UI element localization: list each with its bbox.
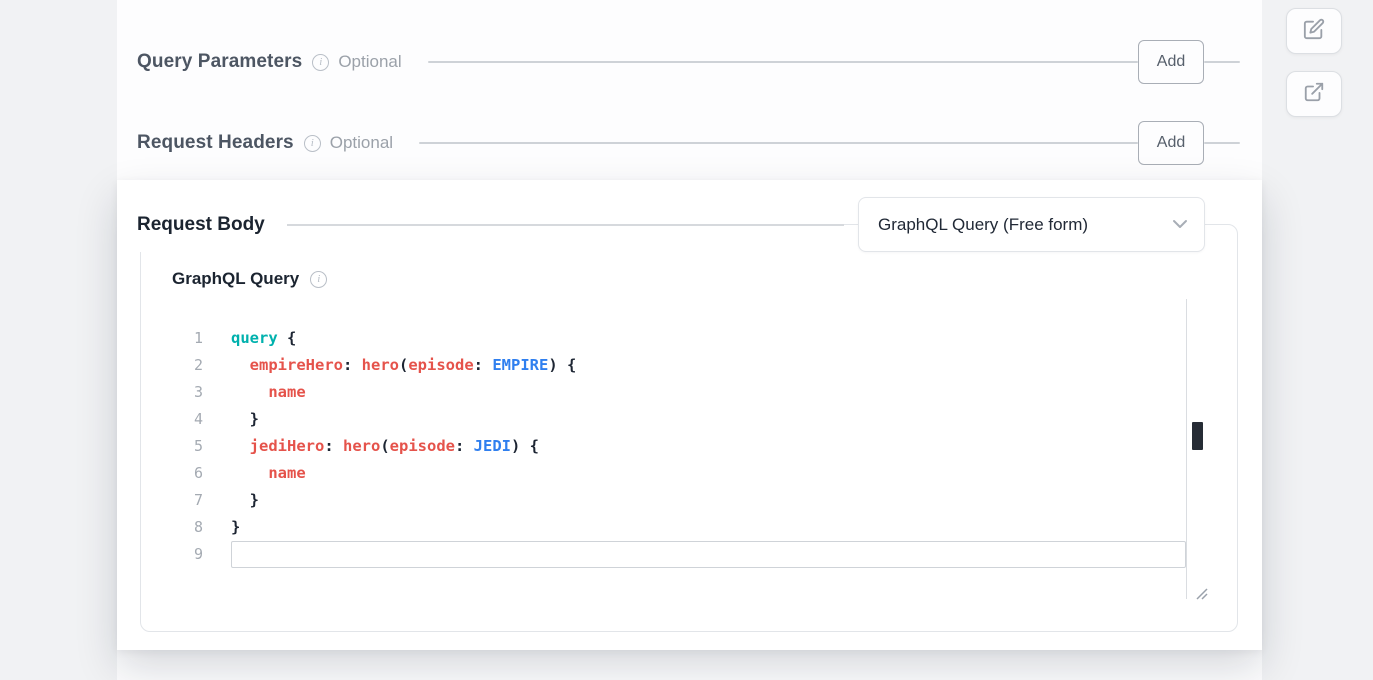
section-divider xyxy=(419,142,1138,144)
chevron-down-icon xyxy=(1172,216,1188,234)
request-headers-section: Request Headers Optional Add xyxy=(137,120,1240,166)
scrollbar-thumb[interactable] xyxy=(1192,422,1203,450)
code-line[interactable]: } xyxy=(231,406,1186,433)
line-number: 7 xyxy=(167,487,203,514)
request-body-header: Request Body GraphQL Query (Free form) xyxy=(137,197,1205,252)
info-icon[interactable] xyxy=(310,271,327,288)
line-number: 9 xyxy=(167,541,203,568)
query-parameters-title: Query Parameters xyxy=(137,51,302,73)
code-line[interactable]: empireHero: hero(episode: EMPIRE) { xyxy=(231,352,1186,379)
graphql-editor-container: GraphQL Query 123456789 query { empireHe… xyxy=(140,224,1238,632)
line-number: 6 xyxy=(167,460,203,487)
optional-label: Optional xyxy=(330,133,393,153)
resize-grip-icon[interactable] xyxy=(1195,585,1208,598)
line-number: 2 xyxy=(167,352,203,379)
code-line[interactable]: name xyxy=(231,460,1186,487)
graphql-query-label-row: GraphQL Query xyxy=(172,269,327,289)
active-code-line[interactable] xyxy=(231,541,1186,568)
request-body-title: Request Body xyxy=(137,197,287,252)
code-line[interactable]: jediHero: hero(episode: JEDI) { xyxy=(231,433,1186,460)
optional-label: Optional xyxy=(338,52,401,72)
info-icon[interactable] xyxy=(312,54,329,71)
section-divider xyxy=(1204,142,1240,144)
request-body-modal: GraphQL Query 123456789 query { empireHe… xyxy=(117,180,1262,650)
line-number-gutter: 123456789 xyxy=(167,325,203,568)
line-number: 5 xyxy=(167,433,203,460)
edit-icon xyxy=(1303,18,1325,45)
line-number: 4 xyxy=(167,406,203,433)
section-divider xyxy=(428,61,1138,63)
info-icon[interactable] xyxy=(304,135,321,152)
body-type-select[interactable]: GraphQL Query (Free form) xyxy=(858,197,1205,252)
code-line[interactable]: query { xyxy=(231,325,1186,352)
open-external-button[interactable] xyxy=(1286,71,1342,117)
external-link-icon xyxy=(1303,81,1325,108)
code-line[interactable]: name xyxy=(231,379,1186,406)
add-request-header-button[interactable]: Add xyxy=(1138,121,1204,165)
section-divider xyxy=(1204,61,1240,63)
body-type-select-value: GraphQL Query (Free form) xyxy=(878,215,1088,235)
section-divider xyxy=(287,224,844,226)
code-line[interactable]: } xyxy=(231,487,1186,514)
line-number: 8 xyxy=(167,514,203,541)
request-headers-title: Request Headers xyxy=(137,132,294,154)
editor-scrollbar[interactable] xyxy=(1186,299,1209,599)
graphql-query-label: GraphQL Query xyxy=(172,269,299,289)
code-lines[interactable]: query { empireHero: hero(episode: EMPIRE… xyxy=(231,325,1186,568)
graphql-code-editor[interactable]: 123456789 query { empireHero: hero(episo… xyxy=(167,299,1209,599)
code-line[interactable]: } xyxy=(231,514,1186,541)
add-query-parameter-button[interactable]: Add xyxy=(1138,40,1204,84)
edit-button[interactable] xyxy=(1286,8,1342,54)
query-parameters-section: Query Parameters Optional Add xyxy=(137,39,1240,85)
line-number: 1 xyxy=(167,325,203,352)
line-number: 3 xyxy=(167,379,203,406)
